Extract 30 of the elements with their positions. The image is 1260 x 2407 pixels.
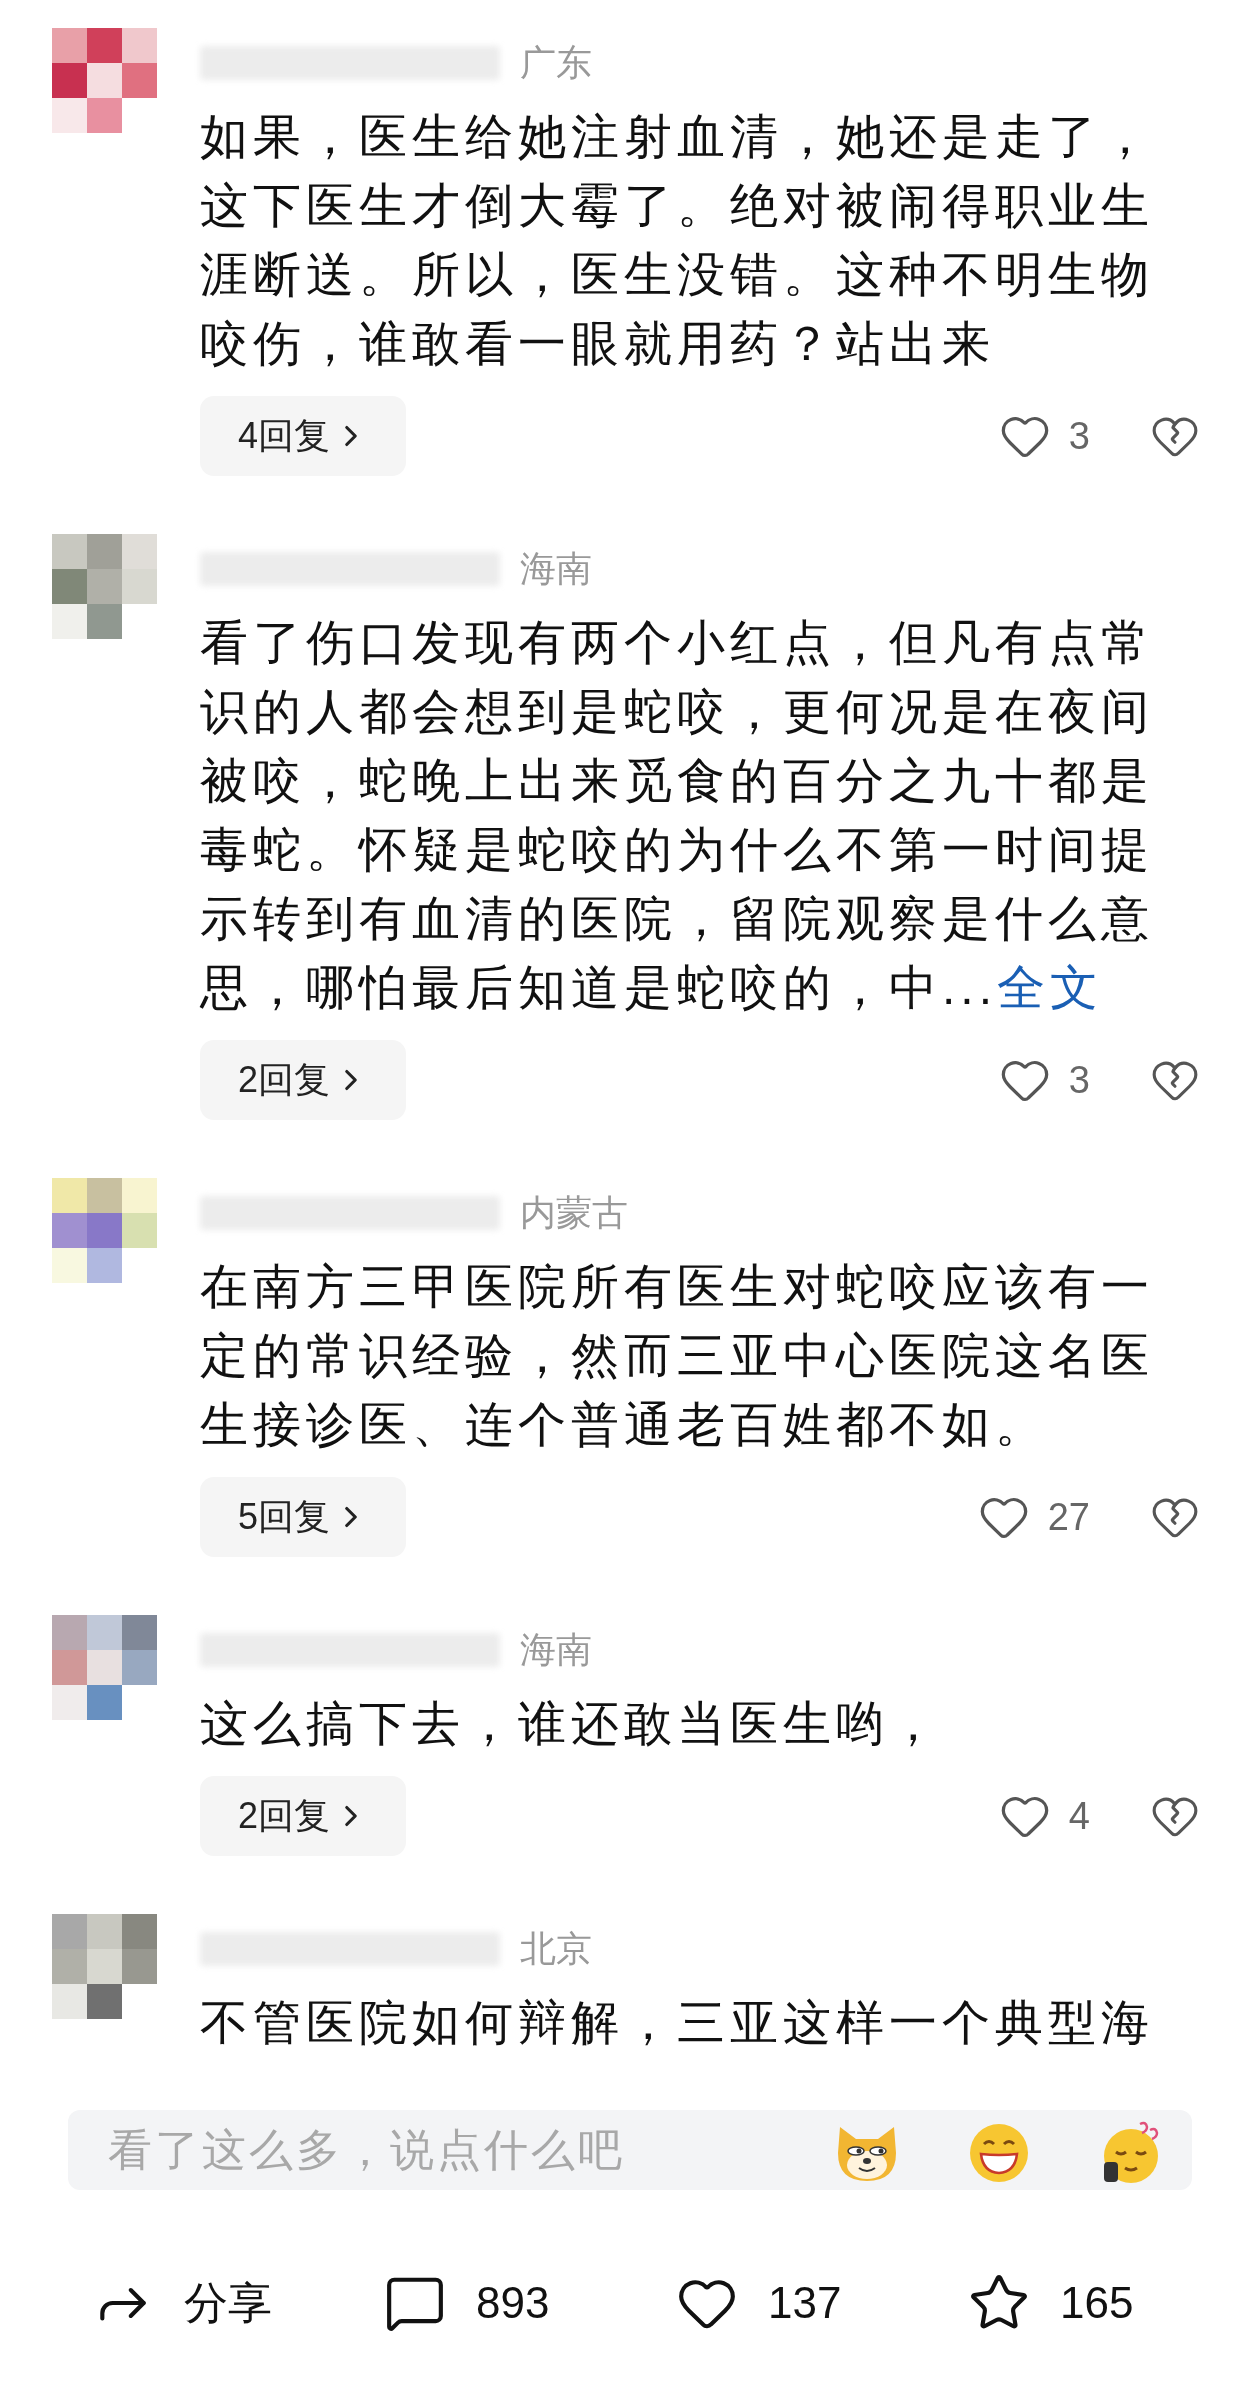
replies-button[interactable]: 4回复 — [200, 396, 407, 476]
like-count: 3 — [1068, 413, 1090, 459]
comment-text: 在南方三甲医院所有医生对蛇咬应该有一定的常识经验，然而三亚中心医院这名医生接诊医、连个普通老百姓都不如。 — [200, 1259, 1155, 1453]
location-text: 内蒙古 — [520, 1191, 628, 1235]
share-label: 分享 — [184, 2277, 272, 2329]
comment-input[interactable]: 看了这么多，说点什么吧 — [68, 2110, 1192, 2190]
avatar[interactable] — [52, 1615, 157, 1720]
like-count: 4 — [1068, 1793, 1090, 1839]
avatar[interactable] — [52, 1178, 157, 1283]
avatar[interactable] — [52, 1914, 157, 2019]
comment-text: 如果，医生给她注射血清，她还是走了，这下医生才倒大霉了。绝对被闹得职业生涯断送。所以，医生没错。这种不明生物咬伤，谁敢看一眼就用药？站出来 — [200, 109, 1155, 372]
avatar[interactable] — [52, 534, 157, 639]
replies-button[interactable]: 2回复 — [200, 1776, 407, 1856]
comment-text: 不管医院如何辩解，三亚这样一个典型海 — [200, 1995, 1155, 2051]
like-count: 3 — [1068, 1057, 1090, 1103]
comment-text: 看了伤口发现有两个小红点，但凡有点常识的人都会想到是蛇咬，更何况是在夜间被咬，蛇晚上出来觅食的百分之九十都是毒蛇。怀疑是蛇咬的为什么不第一时间提示转到有血清的医院，留院观察是什么意思，哪怕最后知道是蛇咬的，中...全文 — [200, 615, 1155, 1016]
location-text: 广东 — [520, 41, 592, 85]
avatar[interactable] — [52, 28, 157, 133]
comment-text: 这么搞下去，谁还敢当医生哟， — [200, 1696, 943, 1752]
count-text: 893 — [476, 2277, 550, 2329]
replies-button[interactable]: 2回复 — [200, 1040, 407, 1120]
count-text: 165 — [1060, 2277, 1134, 2329]
location-text: 北京 — [520, 1927, 592, 1971]
location-text: 海南 — [520, 1628, 592, 1672]
location-text: 海南 — [520, 547, 592, 591]
replies-button[interactable]: 5回复 — [200, 1477, 407, 1557]
count-text: 137 — [768, 2277, 842, 2329]
full-text-link[interactable]: 全文 — [997, 961, 1103, 1014]
grinning-face-icon[interactable] — [968, 2122, 1030, 2184]
like-count: 27 — [1047, 1494, 1090, 1540]
